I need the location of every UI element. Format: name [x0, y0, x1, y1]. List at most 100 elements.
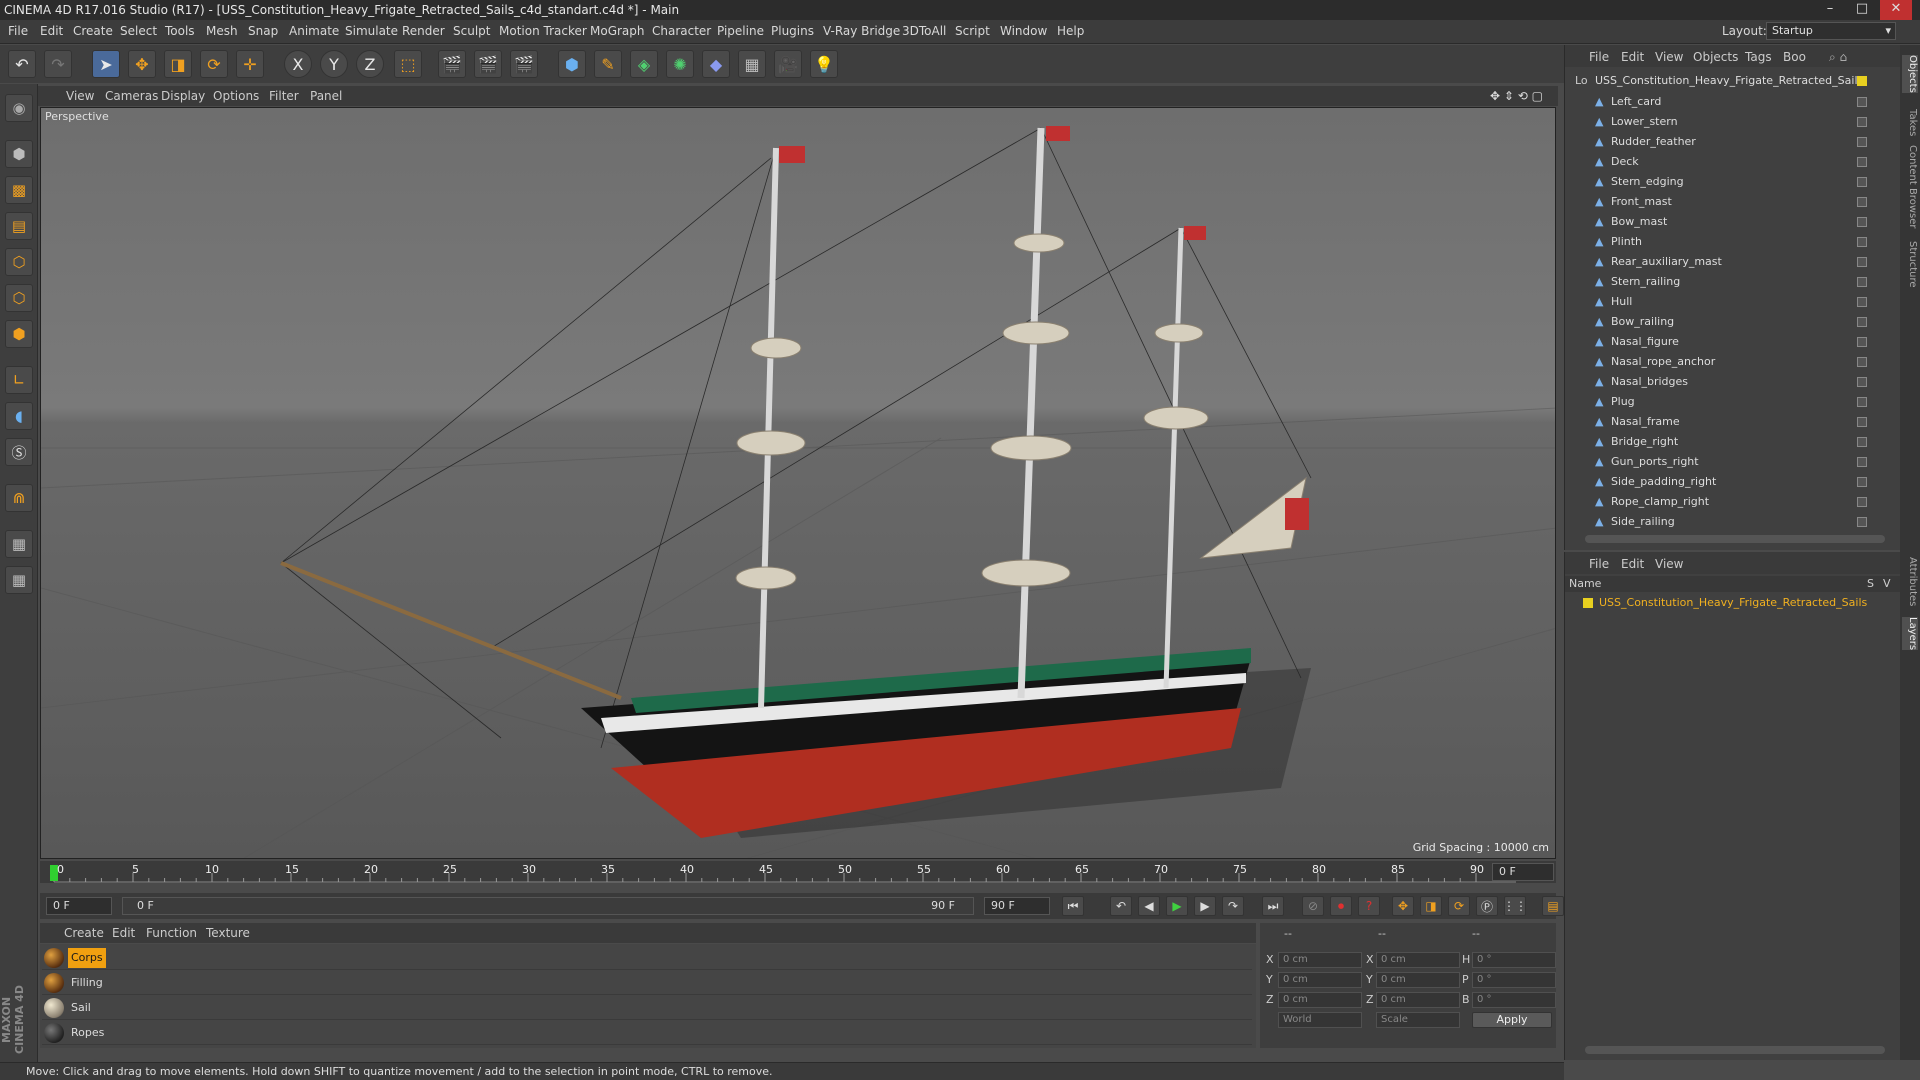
menu-snap[interactable]: Snap — [248, 24, 278, 38]
make-editable-button[interactable]: ◉ — [5, 94, 33, 122]
end-frame-field[interactable]: 90 F — [984, 897, 1050, 915]
object-item[interactable]: ▲ Rope_clamp_right — [1591, 492, 1877, 512]
menu-render[interactable]: Render — [402, 24, 445, 38]
tab-layers[interactable]: Layers — [1902, 617, 1918, 651]
light-button[interactable]: 💡 — [810, 50, 838, 78]
objects-menu-objects[interactable]: Objects — [1693, 50, 1738, 64]
maximize-button[interactable]: □ — [1846, 0, 1878, 20]
size-y-field[interactable]: 0 cm — [1376, 972, 1460, 988]
add-tool-button[interactable]: ✛ — [236, 50, 264, 78]
rot-p-field[interactable]: 0 ° — [1472, 972, 1556, 988]
objects-menu-view[interactable]: View — [1655, 50, 1683, 64]
rot-b-field[interactable]: 0 ° — [1472, 992, 1556, 1008]
menu-pipeline[interactable]: Pipeline — [717, 24, 764, 38]
menu-edit[interactable]: Edit — [40, 24, 63, 38]
material-menu-create[interactable]: Create — [64, 926, 104, 940]
object-item[interactable]: ▲ Bridge_right — [1591, 432, 1877, 452]
key-scale-button[interactable]: ◨ — [1420, 896, 1442, 916]
visibility-toggle[interactable] — [1857, 97, 1867, 107]
key-rotation-button[interactable]: ⟳ — [1448, 896, 1470, 916]
visibility-toggle[interactable] — [1857, 317, 1867, 327]
material-item[interactable]: Ropes — [42, 1021, 1252, 1045]
render-settings-button[interactable]: 🎬 — [510, 50, 538, 78]
key-position-button[interactable]: ✥ — [1392, 896, 1414, 916]
viewport-menu-view[interactable]: View — [66, 89, 94, 103]
visibility-toggle[interactable] — [1857, 297, 1867, 307]
object-item[interactable]: ▲ Side_padding_right — [1591, 472, 1877, 492]
menu-plugins[interactable]: Plugins — [771, 24, 814, 38]
material-menu-edit[interactable]: Edit — [112, 926, 135, 940]
viewport-menu-display[interactable]: Display — [161, 89, 205, 103]
cube-button[interactable]: ⬢ — [558, 50, 586, 78]
workplane-snap-button[interactable]: ▦ — [5, 566, 33, 594]
search-icon[interactable]: ⌕ ⌂ — [1829, 50, 1847, 65]
key-pla-button[interactable]: ⋮⋮ — [1503, 896, 1527, 916]
tab-attributes[interactable]: Attributes — [1902, 557, 1918, 606]
camera-button[interactable]: 🎥 — [774, 50, 802, 78]
live-selection-button[interactable]: ➤ — [92, 50, 120, 78]
magnet-button[interactable]: ⋒ — [5, 484, 33, 512]
visibility-toggle[interactable] — [1857, 157, 1867, 167]
menu-script[interactable]: Script — [955, 24, 990, 38]
object-item[interactable]: ▲ Nasal_figure — [1591, 332, 1877, 352]
visibility-toggle[interactable] — [1857, 457, 1867, 467]
texture-mode-button[interactable]: ▩ — [5, 176, 33, 204]
viewport-menu-panel[interactable]: Panel — [310, 89, 342, 103]
menu-simulate[interactable]: Simulate — [345, 24, 398, 38]
move-tool-button[interactable]: ✥ — [128, 50, 156, 78]
object-list-scrollbar[interactable] — [1585, 535, 1885, 543]
spline-pen-button[interactable]: ✎ — [594, 50, 622, 78]
start-frame-field[interactable]: 0 F — [46, 897, 112, 915]
x-axis-button[interactable]: X — [284, 50, 312, 78]
object-item[interactable]: ▲ Rudder_feather — [1591, 132, 1877, 152]
menu-tools[interactable]: Tools — [165, 24, 195, 38]
visibility-toggle[interactable] — [1857, 477, 1867, 487]
object-item[interactable]: ▲ Left_card — [1591, 92, 1877, 112]
material-item[interactable]: Filling — [42, 971, 1252, 995]
play-button[interactable]: ▶ — [1166, 896, 1188, 916]
z-axis-button[interactable]: Z — [356, 50, 384, 78]
visibility-toggle[interactable] — [1857, 437, 1867, 447]
visibility-toggle[interactable] — [1857, 497, 1867, 507]
layers-menu-edit[interactable]: Edit — [1621, 557, 1644, 571]
viewport-menu-cameras[interactable]: Cameras — [105, 89, 158, 103]
menu-motion-tracker[interactable]: Motion Tracker — [499, 24, 587, 38]
redo-button[interactable]: ↷ — [44, 50, 72, 78]
autokey-button[interactable]: ? — [1358, 896, 1380, 916]
objects-menu-bookmarks[interactable]: Boo — [1783, 50, 1806, 64]
preview-range-slider[interactable]: 0 F 90 F — [122, 897, 974, 915]
visibility-toggle[interactable] — [1857, 517, 1867, 527]
object-item[interactable]: ▲ Nasal_bridges — [1591, 372, 1877, 392]
size-mode-select[interactable]: Scale — [1376, 1012, 1460, 1028]
close-button[interactable]: ✕ — [1880, 0, 1912, 20]
menu-mograph[interactable]: MoGraph — [590, 24, 645, 38]
timeline-window-button[interactable]: ▤ — [1542, 896, 1564, 916]
layers-menu-view[interactable]: View — [1655, 557, 1683, 571]
next-frame-button[interactable]: ▶ — [1194, 896, 1216, 916]
layer-color-badge[interactable] — [1857, 76, 1867, 86]
model-mode-button[interactable]: ⬢ — [5, 140, 33, 168]
object-item[interactable]: ▲ Plinth — [1591, 232, 1877, 252]
render-picture-viewer-button[interactable]: 🎬 — [474, 50, 502, 78]
object-item[interactable]: ▲ Nasal_frame — [1591, 412, 1877, 432]
menu-3dtoall[interactable]: 3DToAll — [902, 24, 946, 38]
visibility-toggle[interactable] — [1857, 257, 1867, 267]
timeline-ruler[interactable]: 0 5 10 15 20 25 30 35 40 45 50 55 60 65 … — [40, 861, 1556, 883]
viewport-nav-icon[interactable]: ✥ ⇕ ⟲ ▢ — [1490, 89, 1543, 103]
objects-menu-edit[interactable]: Edit — [1621, 50, 1644, 64]
menu-mesh[interactable]: Mesh — [206, 24, 238, 38]
coordinate-system-button[interactable]: ⬚ — [394, 50, 422, 78]
visibility-toggle[interactable] — [1857, 237, 1867, 247]
visibility-toggle[interactable] — [1857, 337, 1867, 347]
lock-workplane-button[interactable]: ▦ — [5, 530, 33, 558]
previous-frame-button[interactable]: ◀ — [1138, 896, 1160, 916]
viewport-menu-options[interactable]: Options — [213, 89, 259, 103]
material-item[interactable]: Corps — [42, 946, 1252, 970]
menu-sculpt[interactable]: Sculpt — [453, 24, 490, 38]
menu-window[interactable]: Window — [1000, 24, 1047, 38]
visibility-toggle[interactable] — [1857, 277, 1867, 287]
object-item[interactable]: ▲ Plug — [1591, 392, 1877, 412]
layout-select[interactable]: Startup ▾ — [1766, 22, 1896, 40]
scale-tool-button[interactable]: ◨ — [164, 50, 192, 78]
object-item[interactable]: ▲ Stern_edging — [1591, 172, 1877, 192]
